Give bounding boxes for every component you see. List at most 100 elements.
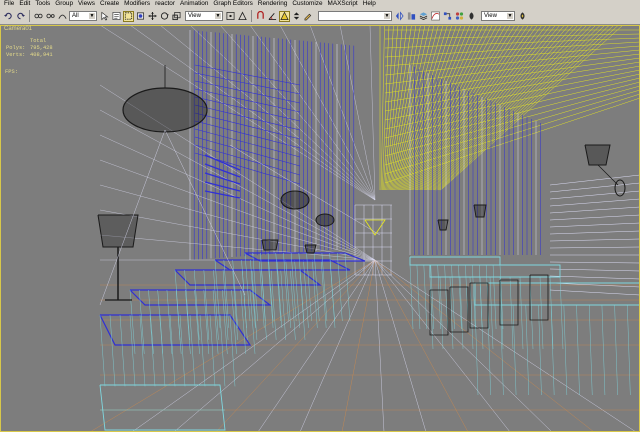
right-table-cloth [429,276,434,350]
render-type-value: View [484,13,497,19]
select-and-manipulate-icon[interactable] [237,11,248,22]
select-and-move-icon[interactable] [147,11,158,22]
percent-snap-toggle-icon[interactable] [279,10,290,22]
pendant-lamp [315,213,335,227]
light-cone [229,144,381,236]
rectangular-selection-icon[interactable] [123,10,134,22]
polys-label: Polys: [6,45,26,51]
right-table-cloth [525,304,529,396]
right-table-cloth [459,276,464,350]
left-table-cloth [252,252,258,322]
render-scene-dialog-icon[interactable] [466,11,477,22]
right-table-cloth [474,304,479,396]
right-wall-panel [549,230,640,235]
right-wall-panel [549,222,640,228]
right-table-cloth [492,264,497,330]
spinner-snap-toggle-icon[interactable] [291,11,302,22]
reference-coordinate-system-dropdown[interactable]: View ▼ [185,11,223,21]
menu-reactor[interactable]: reactor [153,0,178,8]
right-table-cloth [589,304,593,396]
right-table-cloth [614,304,618,396]
menu-tools[interactable]: Tools [33,0,53,8]
left-table-cloth [189,314,196,387]
chevron-down-icon: ▼ [384,13,390,19]
mirror-icon[interactable] [394,11,405,22]
menu-edit[interactable]: Edit [17,0,33,8]
menu-group[interactable]: Group [53,0,76,8]
layer-manager-icon[interactable] [418,11,429,22]
left-table-cloth [244,252,251,322]
floor-ray [131,259,376,432]
right-table-cloth [509,276,514,350]
align-icon[interactable] [406,11,417,22]
left-table-cloth [275,252,281,322]
select-by-name-icon[interactable] [111,11,122,22]
ceiling-yellow-line [438,25,615,191]
right-table-cloth [519,276,524,350]
angle-snap-toggle-icon[interactable] [267,11,278,22]
camera-viewport[interactable]: Camera01 Total Polys: 795,428 Verts: 408,9… [0,25,640,432]
left-table-cloth [240,289,246,354]
select-and-rotate-icon[interactable] [159,11,170,22]
right-table-cloth [451,264,455,330]
left-table-top [174,269,322,286]
right-wall-panel [549,198,640,207]
floor-lamp-shade [97,214,139,248]
use-pivot-center-icon[interactable] [225,11,236,22]
curve-editor-icon[interactable] [430,11,441,22]
pendant-lamp [122,87,208,133]
menu-graph-editors[interactable]: Graph Editors [211,0,255,8]
window-crossing-icon[interactable] [135,11,146,22]
right-table-cloth [559,276,564,350]
menu-rendering[interactable]: Rendering [256,0,291,8]
schematic-view-icon[interactable] [442,11,453,22]
menu-views[interactable]: Views [76,0,98,8]
bind-to-space-warp-icon[interactable] [57,11,68,22]
menu-maxscript[interactable]: MAXScript [326,0,361,8]
right-wall-panel [549,182,640,193]
ceiling-yellow-line [432,25,592,191]
chevron-down-icon: ▼ [215,13,221,19]
floor-ray [215,259,376,432]
menu-create[interactable]: Create [98,0,122,8]
unlink-selection-icon[interactable] [45,11,56,22]
menu-customize[interactable]: Customize [290,0,325,8]
left-table-cloth [129,314,136,387]
right-wall-panel [549,190,640,200]
coordinate-system-value: View [188,13,201,19]
menu-modifiers[interactable]: Modifiers [122,0,153,8]
right-table-cloth [538,304,542,396]
right-table-cloth [416,264,421,330]
left-table-cloth [337,252,343,322]
left-table-cloth [280,269,286,340]
menu-help[interactable]: Help [361,0,379,8]
verts-value: 408,941 [30,52,53,58]
left-table-cloth [109,314,116,387]
floor-ray [89,259,376,432]
redo-icon[interactable] [15,11,26,22]
fps-label: FPS: [5,69,18,75]
named-selection-sets-dropdown[interactable]: ▼ [318,11,392,21]
edit-named-selection-icon[interactable] [303,11,314,22]
selection-filter-value: All [72,13,79,19]
snaps-toggle-icon[interactable] [255,11,266,22]
left-table-cloth [99,314,106,387]
material-editor-icon[interactable] [454,11,465,22]
select-and-link-icon[interactable] [33,11,44,22]
quick-render-icon[interactable] [517,11,528,22]
viewport-label[interactable]: Camera01 [4,26,32,32]
floor-ray [374,259,595,432]
right-table-cloth [409,264,414,330]
undo-icon[interactable] [3,11,14,22]
select-object-icon[interactable] [99,11,110,22]
menu-file[interactable]: File [2,0,17,8]
selection-filter-dropdown[interactable]: All ▼ [69,11,97,21]
left-table-cloth [321,252,328,322]
pendant-lamp [280,190,310,210]
left-table-cloth [209,314,216,387]
menu-animation[interactable]: Animation [178,0,211,8]
right-table-cloth [529,276,534,350]
render-type-dropdown[interactable]: View ▼ [481,11,515,21]
ceiling-yellow-line [437,25,610,191]
select-and-scale-icon[interactable] [171,11,182,22]
